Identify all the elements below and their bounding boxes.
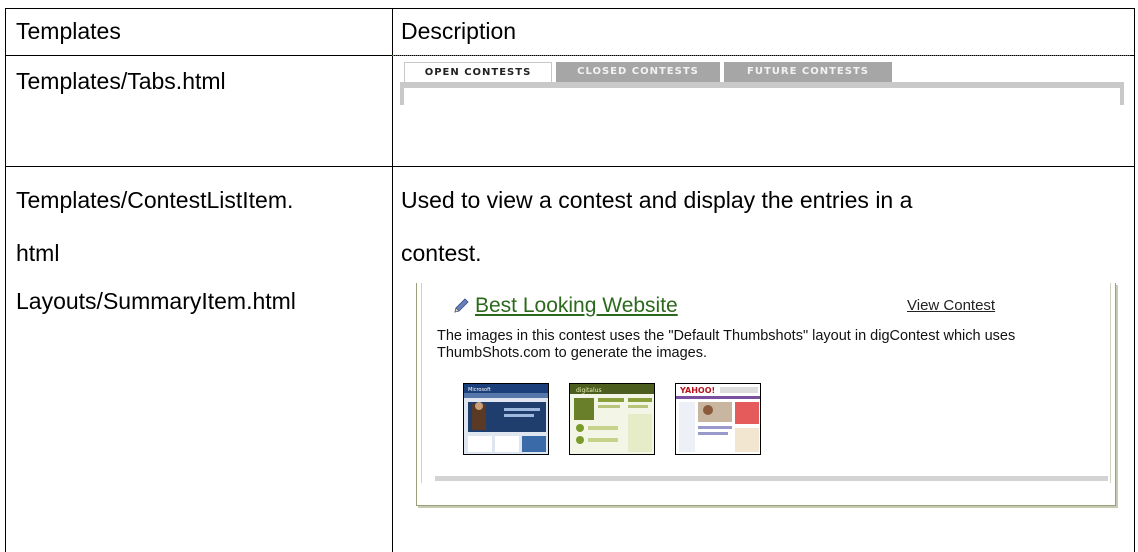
card-frame-left <box>421 283 422 483</box>
template-name-line: Layouts/SummaryItem.html <box>16 288 296 314</box>
table-border-left <box>5 8 6 552</box>
tab-frame-right <box>1120 82 1124 105</box>
entry-thumbnail[interactable]: Microsoft <box>463 383 549 455</box>
contest-description: The images in this contest uses the "Def… <box>437 328 1016 361</box>
tab-open-contests[interactable]: OPEN CONTESTS <box>404 62 552 82</box>
header-description: Description <box>401 18 517 44</box>
template-name-line: html <box>16 240 60 266</box>
thumbnail-label: digitalus <box>576 387 602 394</box>
card-bottom-bar <box>435 476 1108 481</box>
description-line: Used to view a contest and display the e… <box>401 187 913 213</box>
tab-frame-left <box>400 82 404 105</box>
table-border-top <box>5 8 1135 9</box>
tab-closed-contests[interactable]: CLOSED CONTESTS <box>556 62 720 82</box>
template-name: Templates/Tabs.html <box>16 68 226 94</box>
table-row-divider <box>5 166 1135 167</box>
entry-thumbnail[interactable]: YAHOO! <box>675 383 761 455</box>
tab-content-bar <box>400 82 1124 88</box>
card-frame-right <box>1110 283 1111 483</box>
thumbnail-label: YAHOO! <box>679 386 715 395</box>
view-contest-link[interactable]: View Contest <box>907 297 995 314</box>
tabs-screenshot: OPEN CONTESTS CLOSED CONTESTS FUTURE CON… <box>392 50 1130 122</box>
template-name-line: Templates/ContestListItem. <box>16 187 294 213</box>
contest-title-link[interactable]: Best Looking Website <box>475 292 678 320</box>
table-border-right <box>1134 8 1135 552</box>
pencil-icon <box>454 298 469 313</box>
entry-thumbnail[interactable]: digitalus <box>569 383 655 455</box>
tab-future-contests[interactable]: FUTURE CONTESTS <box>724 62 892 82</box>
dotted-divider <box>392 55 1130 56</box>
header-templates: Templates <box>16 18 121 44</box>
description-line: contest. <box>401 240 482 266</box>
contest-card: Best Looking Website View Contest The im… <box>416 283 1116 506</box>
thumbnail-label: Microsoft <box>468 387 491 393</box>
